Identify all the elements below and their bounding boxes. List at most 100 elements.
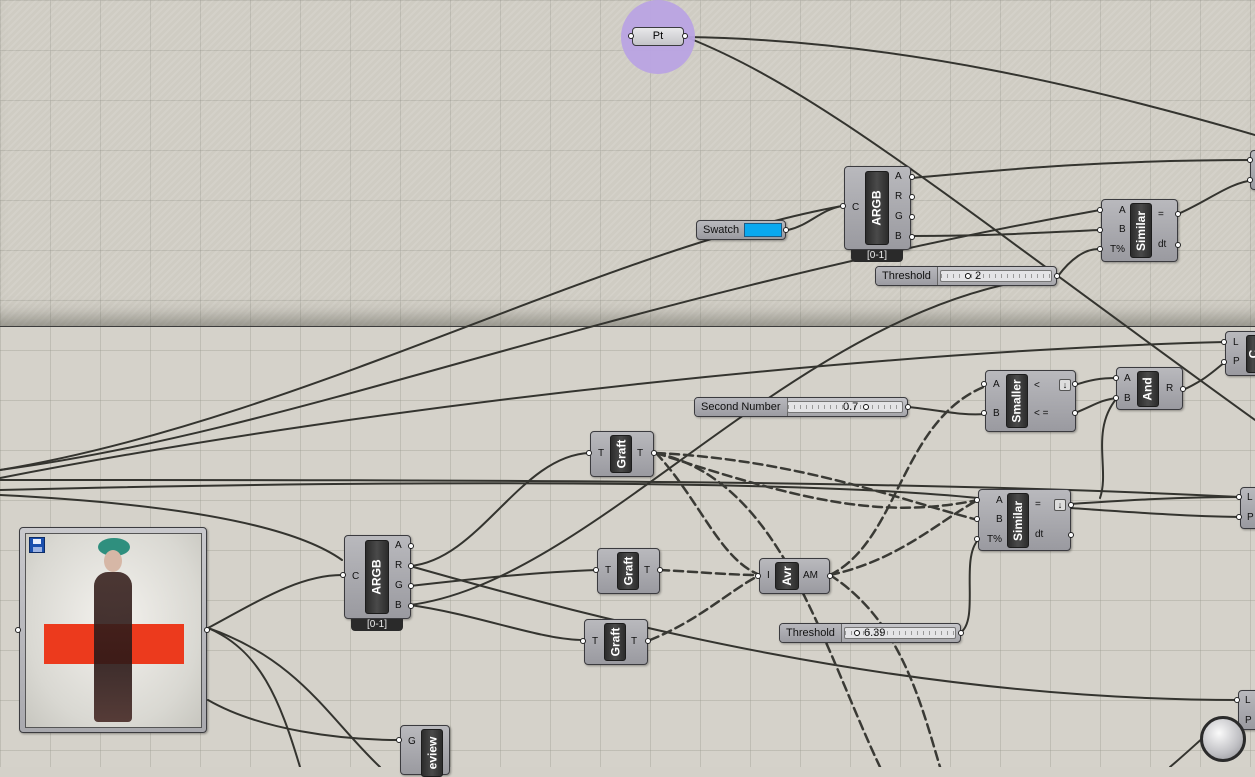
graft-port[interactable] — [580, 638, 586, 644]
flatten-toggle-icon[interactable]: ↓ — [1054, 499, 1066, 511]
similar-component-bottom[interactable]: A B T% Similar = dt ↓ — [978, 489, 1071, 551]
similar-port[interactable] — [1175, 242, 1181, 248]
similar-port[interactable] — [974, 497, 980, 503]
graft-port[interactable] — [651, 450, 657, 456]
argb-port[interactable] — [909, 194, 915, 200]
second-number-value: 0.7 — [843, 401, 859, 413]
graft-port[interactable] — [645, 638, 651, 644]
threshold-knob[interactable] — [965, 273, 971, 279]
graft-output: T — [644, 565, 651, 576]
threshold-knob[interactable] — [854, 630, 860, 636]
edge-port[interactable] — [1234, 697, 1240, 703]
smaller-port[interactable] — [1072, 381, 1078, 387]
edge-port[interactable] — [1221, 339, 1227, 345]
dial-knob[interactable] — [1200, 716, 1246, 762]
smaller-port[interactable] — [1072, 410, 1078, 416]
swatch-param[interactable]: Swatch — [696, 220, 786, 240]
argb-port[interactable] — [909, 234, 915, 240]
image-sampler-input-port[interactable] — [15, 627, 21, 633]
wire — [959, 539, 979, 634]
similar-port[interactable] — [974, 516, 980, 522]
similar-port[interactable] — [1068, 532, 1074, 538]
image-sampler-output-port[interactable] — [204, 627, 210, 633]
smaller-port[interactable] — [981, 381, 987, 387]
point-param[interactable]: Pt — [632, 27, 684, 46]
average-port[interactable] — [827, 573, 833, 579]
similar-output-dt: dt — [1158, 239, 1167, 250]
similar-port[interactable] — [1097, 207, 1103, 213]
second-number-knob[interactable] — [863, 404, 869, 410]
flatten-toggle-icon[interactable]: ↓ — [1059, 379, 1071, 391]
graft-output: T — [631, 636, 638, 647]
threshold-track[interactable] — [844, 627, 956, 639]
threshold-output-port[interactable] — [1054, 273, 1060, 279]
threshold-output-port[interactable] — [958, 630, 964, 636]
similar-port[interactable] — [1097, 227, 1103, 233]
graft-component-2[interactable]: T Graft T — [597, 548, 660, 594]
threshold-label: Threshold — [876, 267, 938, 285]
wire-dashed — [654, 451, 762, 577]
edge-port[interactable] — [1221, 359, 1227, 365]
and-port[interactable] — [1180, 386, 1186, 392]
and-output-r: R — [1166, 383, 1174, 394]
preview-component[interactable]: G eview — [400, 725, 450, 777]
argb-port[interactable] — [408, 543, 414, 549]
similar-port[interactable] — [974, 536, 980, 542]
second-number-slider[interactable]: Second Number 0.7 — [694, 397, 908, 417]
smaller-port[interactable] — [981, 410, 987, 416]
average-component[interactable]: I Avr AM — [759, 558, 830, 594]
argb-port[interactable] — [340, 572, 346, 578]
similar-port[interactable] — [1068, 502, 1074, 508]
argb-output-b: B — [395, 600, 402, 611]
swatch-label: Swatch — [703, 224, 740, 236]
edge-port[interactable] — [1247, 177, 1253, 183]
preview-input-g: G — [408, 736, 416, 747]
graft-core: Graft — [610, 435, 632, 473]
similar-port[interactable] — [1097, 246, 1103, 252]
threshold-slider-bottom[interactable]: Threshold 6.39 — [779, 623, 961, 643]
point-input-port[interactable] — [628, 33, 634, 39]
argb-port[interactable] — [909, 174, 915, 180]
swatch-output-port[interactable] — [783, 227, 789, 233]
graft-port[interactable] — [657, 567, 663, 573]
argb-port[interactable] — [408, 563, 414, 569]
edge-component-top[interactable] — [1250, 150, 1255, 190]
smaller-component[interactable]: A B Smaller < < = ↓ — [985, 370, 1076, 432]
argb-range-badge: [0-1] — [851, 250, 903, 262]
point-output-port[interactable] — [682, 33, 688, 39]
second-number-output-port[interactable] — [905, 404, 911, 410]
and-input-b: B — [1124, 393, 1131, 404]
graft-component-1[interactable]: T Graft T — [590, 431, 654, 477]
argb-port[interactable] — [408, 583, 414, 589]
similar-port[interactable] — [1175, 211, 1181, 217]
preview-port[interactable] — [396, 737, 402, 743]
similar-output-eq: = — [1035, 499, 1041, 510]
wire — [1069, 507, 1241, 518]
edge-port[interactable] — [1247, 157, 1253, 163]
and-port[interactable] — [1113, 375, 1119, 381]
argb-output-r: R — [895, 191, 903, 202]
average-port[interactable] — [755, 573, 761, 579]
argb-component-bottom[interactable]: C ARGB A R G B — [344, 535, 411, 619]
graft-port[interactable] — [593, 567, 599, 573]
swatch-color[interactable] — [744, 223, 782, 237]
threshold-track[interactable] — [940, 270, 1052, 282]
edge-component-mid[interactable]: L P C — [1225, 331, 1255, 376]
graft-component-3[interactable]: T Graft T — [584, 619, 648, 665]
and-component[interactable]: A B And R — [1116, 367, 1183, 410]
similar-component-top[interactable]: A B T% Similar = dt — [1101, 199, 1178, 262]
threshold-label: Threshold — [780, 624, 842, 642]
threshold-slider-top[interactable]: Threshold 2 — [875, 266, 1057, 286]
preview-core: eview — [421, 729, 443, 777]
image-sampler[interactable] — [19, 527, 207, 733]
argb-port[interactable] — [909, 214, 915, 220]
and-port[interactable] — [1113, 395, 1119, 401]
argb-port[interactable] — [408, 603, 414, 609]
argb-component-top[interactable]: C ARGB A R G B — [844, 166, 911, 250]
graft-port[interactable] — [586, 450, 592, 456]
edge-component-lower[interactable]: L P — [1240, 487, 1255, 529]
edge-port[interactable] — [1236, 494, 1242, 500]
save-icon[interactable] — [29, 537, 45, 553]
argb-port[interactable] — [840, 203, 846, 209]
edge-port[interactable] — [1236, 514, 1242, 520]
